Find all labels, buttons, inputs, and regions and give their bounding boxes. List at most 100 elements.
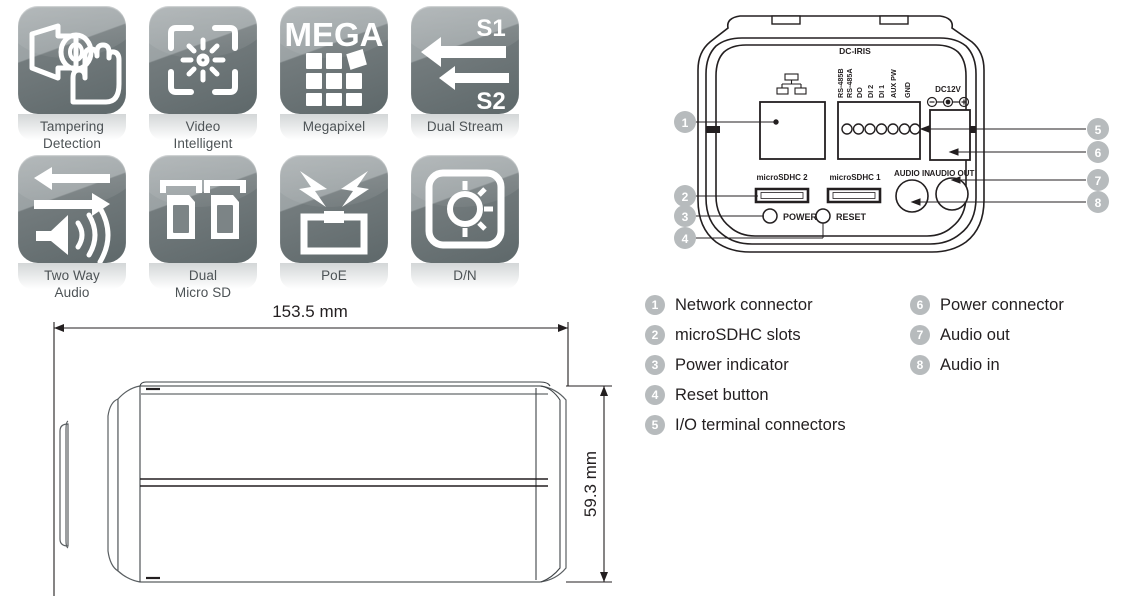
power-indicator: POWER xyxy=(762,208,818,224)
power-label: POWER xyxy=(783,212,818,222)
feature-label: D/N xyxy=(405,267,525,284)
feature-label: Tampering Detection xyxy=(12,118,132,152)
legend-badge: 4 xyxy=(645,385,665,405)
legend-label: Power connector xyxy=(940,295,1064,314)
terminal-label-3: DI 2 xyxy=(866,85,875,98)
dimension-drawing-svg: 153.5 mm 59.3 mm xyxy=(53,302,612,596)
feature-label-line1: Video xyxy=(185,119,221,134)
dual-micro-sd-icon xyxy=(160,180,246,239)
legend-badge: 7 xyxy=(910,325,930,345)
rear-panel-diagram: DC-IRIS RS-485B RS-485A DO DI 2 DI 1 AUX… xyxy=(640,0,1140,282)
microsdhc-2-label: microSDHC 2 xyxy=(756,173,808,182)
legend-badge: 2 xyxy=(645,325,665,345)
camera-body-outline xyxy=(59,385,567,583)
width-dimension-label: 153.5 mm xyxy=(272,302,348,321)
feature-label: PoE xyxy=(274,267,394,284)
legend-item: 3 Power indicator xyxy=(645,350,846,380)
poe-icon xyxy=(299,171,369,255)
day-night-icon xyxy=(425,169,505,249)
connector-legend: 1 Network connector 2 microSDHC slots 3 … xyxy=(640,290,1140,440)
legend-label: Network connector xyxy=(675,295,813,314)
feature-label-line1: Dual xyxy=(188,268,218,283)
feature-label-line1: PoE xyxy=(321,268,347,283)
feature-poe: PoE xyxy=(274,155,394,289)
height-dimension-label: 59.3 mm xyxy=(581,451,600,517)
svg-text:3: 3 xyxy=(682,210,689,224)
legend-item: 7 Audio out xyxy=(910,320,1064,350)
dual-stream-tile: S1 S2 xyxy=(411,6,519,114)
poe-tile xyxy=(280,155,388,263)
legend-item: 6 Power connector xyxy=(910,290,1064,320)
reset-label: RESET xyxy=(836,212,867,222)
svg-text:5: 5 xyxy=(1095,123,1102,137)
feature-day-night: D/N xyxy=(405,155,525,289)
day-night-tile xyxy=(411,155,519,263)
feature-label-line1: Dual Stream xyxy=(426,119,504,134)
legend-badge: 1 xyxy=(645,295,665,315)
legend-item: 5 I/O terminal connectors xyxy=(645,410,846,440)
terminal-label-1: RS-485A xyxy=(845,68,854,98)
tampering-detection-icon xyxy=(29,23,122,105)
svg-text:4: 4 xyxy=(682,232,689,246)
feature-megapixel: MEGA Megapixel xyxy=(274,6,394,140)
legend-badge: 6 xyxy=(910,295,930,315)
dc12v-label: DC12V xyxy=(935,85,961,94)
legend-column-left: 1 Network connector 2 microSDHC slots 3 … xyxy=(645,290,846,440)
camera-dimension-drawing: 153.5 mm 59.3 mm xyxy=(0,296,640,602)
reset-button[interactable]: RESET xyxy=(815,208,867,224)
legend-item: 4 Reset button xyxy=(645,380,846,410)
legend-label: Audio in xyxy=(940,355,1000,374)
legend-label: Audio out xyxy=(940,325,1010,344)
feature-label: Megapixel xyxy=(274,118,394,135)
datasheet-page: Tampering Detection Video Intelligent ME… xyxy=(0,0,1140,602)
legend-item: 8 Audio in xyxy=(910,350,1064,380)
megapixel-text: MEGA xyxy=(285,16,384,53)
video-intelligent-tile xyxy=(149,6,257,114)
megapixel-tile: MEGA xyxy=(280,6,388,114)
feature-label-line1: Megapixel xyxy=(302,119,366,134)
legend-badge: 3 xyxy=(645,355,665,375)
audio-in-label: AUDIO IN xyxy=(894,169,930,178)
dual-stream-s2-text: S2 xyxy=(476,88,505,114)
feature-two-way-audio: Two Way Audio xyxy=(12,155,132,300)
feature-label-line1: Tampering xyxy=(40,119,104,134)
dual-stream-s1-text: S1 xyxy=(476,15,505,42)
feature-label: Dual Stream xyxy=(405,118,525,135)
tampering-detection-tile xyxy=(18,6,126,114)
terminal-label-5: AUX PW xyxy=(889,69,898,98)
io-terminal-block xyxy=(837,101,921,160)
audio-out-jack xyxy=(935,177,969,211)
feature-video-intelligent: Video Intelligent xyxy=(143,6,263,151)
svg-text:7: 7 xyxy=(1095,174,1102,188)
two-way-audio-tile xyxy=(18,155,126,263)
legend-badge: 5 xyxy=(645,415,665,435)
svg-text:2: 2 xyxy=(682,190,689,204)
svg-text:8: 8 xyxy=(1095,196,1102,210)
svg-text:6: 6 xyxy=(1095,146,1102,160)
feature-dual-micro-sd: Dual Micro SD xyxy=(143,155,263,300)
feature-icon-grid: Tampering Detection Video Intelligent ME… xyxy=(0,0,560,300)
dc-iris-label: DC-IRIS xyxy=(839,46,871,56)
terminal-label-6: GND xyxy=(903,82,912,98)
legend-column-right: 6 Power connector 7 Audio out 8 Audio in xyxy=(910,290,1064,380)
audio-out-label: AUDIO OUT xyxy=(930,169,975,178)
microsdhc-1-label: microSDHC 1 xyxy=(829,173,881,182)
feature-tampering-detection: Tampering Detection xyxy=(12,6,132,151)
terminal-label-2: DO xyxy=(855,87,864,98)
rear-panel-svg: DC-IRIS RS-485B RS-485A DO DI 2 DI 1 AUX… xyxy=(674,15,1109,253)
terminal-label-0: RS-485B xyxy=(836,68,845,98)
legend-label: Power indicator xyxy=(675,355,789,374)
dual-stream-icon: S1 S2 xyxy=(421,15,509,114)
video-intelligent-icon xyxy=(168,25,238,95)
legend-item: 1 Network connector xyxy=(645,290,846,320)
dual-micro-sd-tile xyxy=(149,155,257,263)
feature-label-line1: D/N xyxy=(453,268,477,283)
legend-label: Reset button xyxy=(675,385,769,404)
legend-badge: 8 xyxy=(910,355,930,375)
terminal-label-4: DI 1 xyxy=(877,85,886,98)
feature-label: Video Intelligent xyxy=(143,118,263,152)
legend-label: I/O terminal connectors xyxy=(675,415,846,434)
feature-label-line2: Intelligent xyxy=(173,136,233,151)
feature-dual-stream: S1 S2 Dual Stream xyxy=(405,6,525,140)
two-way-audio-icon xyxy=(34,167,111,263)
